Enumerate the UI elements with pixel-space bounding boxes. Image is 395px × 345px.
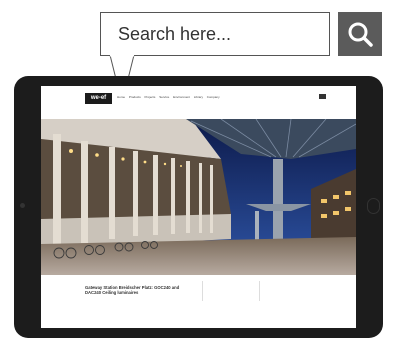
nav-item[interactable]: Environment xyxy=(173,95,190,99)
nav-item[interactable]: Home xyxy=(117,95,125,99)
search-icon xyxy=(348,22,373,47)
site-nav: Home Products Projects Service Environme… xyxy=(117,95,223,99)
nav-item[interactable]: Products xyxy=(129,95,141,99)
nav-item[interactable]: Service xyxy=(159,95,169,99)
nav-item[interactable]: Company xyxy=(207,95,220,99)
site-header: we-ef Home Products Projects Service Env… xyxy=(41,86,356,108)
tablet-screen: we-ef Home Products Projects Service Env… xyxy=(41,86,356,328)
hero-image xyxy=(41,119,356,275)
search-placeholder: Search here... xyxy=(118,24,232,44)
search-input[interactable]: Search here... xyxy=(100,12,330,56)
search-button[interactable] xyxy=(338,12,382,56)
nav-item[interactable]: Projects xyxy=(145,95,156,99)
tablet-device: we-ef Home Products Projects Service Env… xyxy=(14,76,383,338)
detail-column xyxy=(202,281,243,301)
detail-column xyxy=(259,281,300,301)
nav-item[interactable]: Library xyxy=(194,95,203,99)
content-section: Gateway Station Breidscher Platz: GOC240… xyxy=(41,275,356,328)
site-logo[interactable]: we-ef xyxy=(85,93,112,104)
cart-icon[interactable] xyxy=(319,94,326,99)
product-title: Gateway Station Breidscher Platz: GOC240… xyxy=(85,285,180,296)
tablet-camera xyxy=(20,203,25,208)
tablet-home-button[interactable] xyxy=(367,198,380,214)
